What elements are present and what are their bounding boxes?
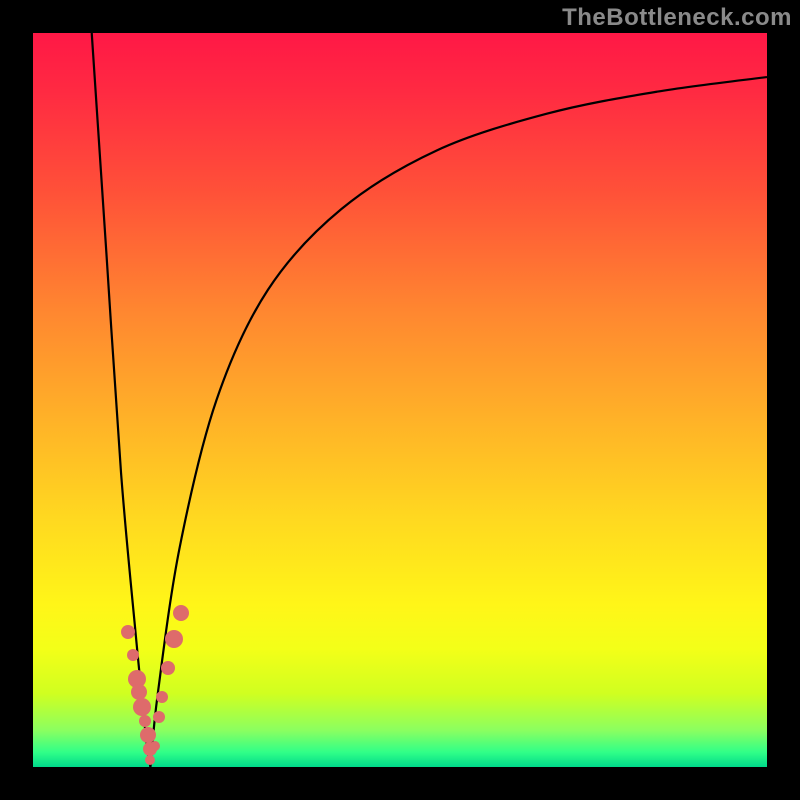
data-point-marker — [156, 691, 168, 703]
data-point-marker — [140, 727, 156, 743]
data-point-marker — [173, 605, 189, 621]
curve-left-path — [92, 33, 151, 767]
data-point-marker — [121, 625, 135, 639]
curve-overlay — [0, 0, 800, 800]
data-point-marker — [139, 715, 151, 727]
data-point-marker — [161, 661, 175, 675]
data-point-marker — [127, 649, 139, 661]
data-point-marker — [145, 755, 155, 765]
data-point-marker — [133, 698, 151, 716]
data-point-marker — [153, 711, 165, 723]
curve-right-path — [150, 77, 767, 767]
watermark-text: TheBottleneck.com — [562, 4, 792, 32]
data-point-marker — [150, 741, 160, 751]
data-point-marker — [165, 630, 183, 648]
canvas-frame: TheBottleneck.com — [0, 0, 800, 800]
